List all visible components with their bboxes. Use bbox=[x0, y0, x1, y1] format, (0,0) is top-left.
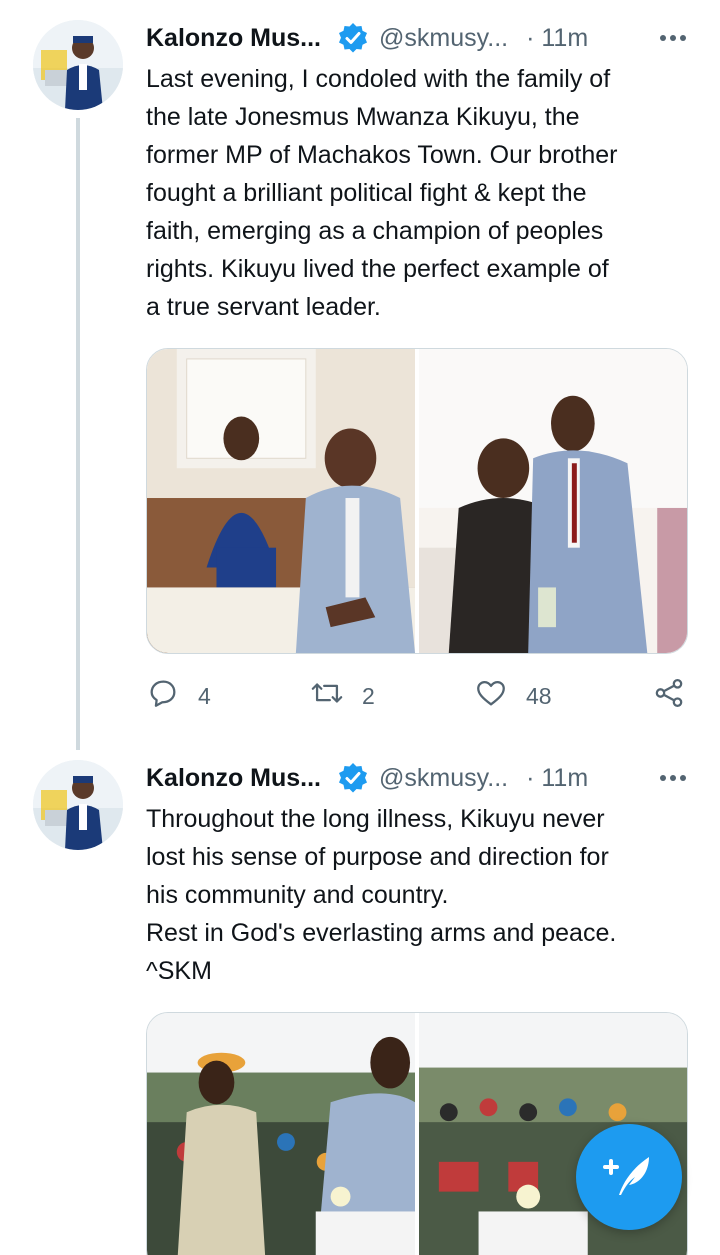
tweet-actions: 4 2 48 bbox=[146, 676, 691, 716]
tweet-text-line: faith, emerging as a champion of peoples bbox=[146, 217, 604, 245]
tweet-header: Kalonzo Mus... @skmusy... · 11m bbox=[146, 20, 694, 56]
condolence-book-signing-photo[interactable] bbox=[147, 349, 415, 653]
heart-icon bbox=[474, 676, 508, 716]
reply-button[interactable]: 4 bbox=[146, 676, 211, 716]
tweet-text-line: fought a brilliant political fight & kep… bbox=[146, 179, 587, 207]
thread-connector-line bbox=[76, 118, 80, 750]
tweet-text-line: Rest in God's everlasting arms and peace… bbox=[146, 919, 617, 947]
tweet-text-line: ^SKM bbox=[146, 957, 212, 985]
compose-tweet-button[interactable] bbox=[576, 1124, 682, 1230]
tweet-text: Last evening, I condoled with the family… bbox=[146, 60, 691, 326]
reply-icon bbox=[146, 676, 180, 716]
tweet-timestamp[interactable]: · 11m bbox=[526, 24, 588, 53]
more-dots-icon[interactable] bbox=[660, 760, 686, 796]
author-handle[interactable]: @skmusy... bbox=[379, 24, 508, 53]
verified-badge-icon bbox=[337, 762, 369, 794]
tweet-text-line: Last evening, I condoled with the family… bbox=[146, 65, 611, 93]
retweet-button[interactable]: 2 bbox=[310, 676, 375, 716]
tweet-text-line: a true servant leader. bbox=[146, 293, 381, 321]
tweet-text-line: former MP of Machakos Town. Our brother bbox=[146, 141, 618, 169]
like-button[interactable]: 48 bbox=[474, 676, 552, 716]
tweet-text-line: his community and country. bbox=[146, 881, 449, 909]
share-icon bbox=[652, 676, 686, 716]
avatar[interactable] bbox=[33, 760, 123, 850]
tweet-text-line: Throughout the long illness, Kikuyu neve… bbox=[146, 805, 605, 833]
tweet-text-line: lost his sense of purpose and direction … bbox=[146, 843, 609, 871]
reply-count: 4 bbox=[198, 682, 211, 709]
tweet-text-line: the late Jonesmus Mwanza Kikuyu, the bbox=[146, 103, 580, 131]
tweet-timestamp[interactable]: · 11m bbox=[526, 764, 588, 793]
retweet-count: 2 bbox=[362, 682, 375, 709]
avatar[interactable] bbox=[33, 20, 123, 110]
share-button[interactable] bbox=[652, 676, 686, 716]
tweet-header: Kalonzo Mus... @skmusy... · 11m bbox=[146, 760, 694, 796]
elder-handshake-photo[interactable] bbox=[147, 1013, 415, 1255]
greeting-handshake-photo[interactable] bbox=[419, 349, 687, 653]
tweet-media[interactable] bbox=[146, 348, 688, 654]
verified-badge-icon bbox=[337, 22, 369, 54]
author-handle[interactable]: @skmusy... bbox=[379, 764, 508, 793]
like-count: 48 bbox=[526, 682, 552, 709]
tweet-text: Throughout the long illness, Kikuyu neve… bbox=[146, 800, 691, 990]
tweet-text-line: rights. Kikuyu lived the perfect example… bbox=[146, 255, 609, 283]
author-name[interactable]: Kalonzo Mus... bbox=[146, 24, 321, 53]
more-dots-icon[interactable] bbox=[660, 20, 686, 56]
author-name[interactable]: Kalonzo Mus... bbox=[146, 764, 321, 793]
compose-tweet-icon bbox=[601, 1147, 657, 1208]
retweet-icon bbox=[310, 676, 344, 716]
